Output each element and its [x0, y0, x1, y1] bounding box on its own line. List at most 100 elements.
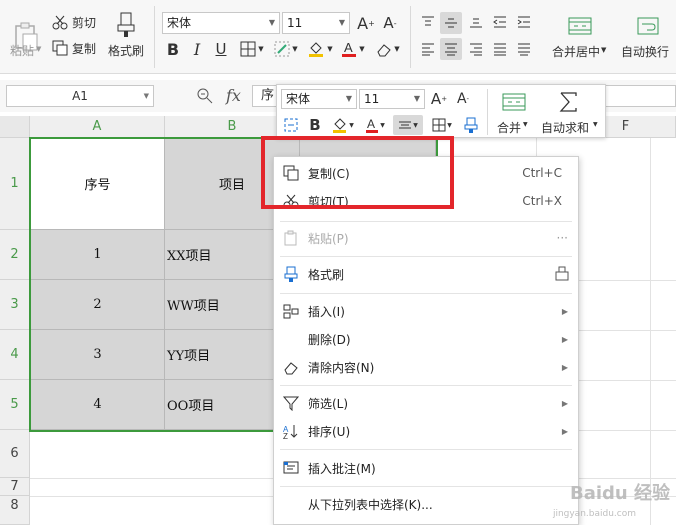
borders-button[interactable]: ▼	[236, 38, 268, 60]
name-box-value: A1	[72, 89, 88, 103]
zoom-icon[interactable]	[196, 87, 214, 108]
merge-cells-icon	[568, 16, 592, 36]
align-right-button[interactable]	[466, 38, 486, 60]
increase-font-button[interactable]: A +	[356, 12, 376, 34]
row-header-2[interactable]: 2	[0, 230, 30, 280]
submenu-arrow-icon: ▶	[561, 334, 568, 344]
brush-icon	[464, 117, 478, 133]
font-name-combo[interactable]: 宋体 ▼	[162, 12, 280, 34]
mini-font-size-combo[interactable]: 11 ▼	[359, 89, 425, 109]
menu-item-insert-comment[interactable]: 插入批注(M)	[274, 454, 578, 482]
paste-dropdown-icon[interactable]: ▼	[36, 45, 41, 53]
row-header-1[interactable]: 1	[0, 138, 30, 230]
font-name-value: 宋体	[167, 16, 192, 30]
mini-autosum-label: 自动求和	[541, 121, 590, 135]
cell-style-icon	[274, 41, 290, 57]
justify-button[interactable]	[490, 38, 510, 60]
row-header-8[interactable]: 8	[0, 496, 30, 525]
menu-item-paste[interactable]: 粘贴(P) ···	[274, 224, 578, 252]
select-all-corner[interactable]	[0, 116, 30, 138]
mini-fill-color-button[interactable]: ▼	[329, 115, 357, 135]
fx-icon[interactable]: fx	[226, 86, 241, 105]
indent-decrease-button[interactable]	[490, 12, 510, 32]
menu-item-clear[interactable]: 清除内容(N) ▶	[274, 353, 578, 381]
column-header-a[interactable]: A	[30, 116, 165, 138]
wrap-text-button[interactable]	[630, 12, 666, 40]
chevron-down-icon: ▼	[268, 18, 275, 27]
mini-font-name-combo[interactable]: 宋体 ▼	[281, 89, 357, 109]
align-middle-button[interactable]	[440, 12, 462, 34]
paint-bucket-icon	[332, 117, 348, 133]
font-size-combo[interactable]: 11 ▼	[282, 12, 350, 34]
svg-text:A: A	[344, 40, 353, 55]
chevron-down-icon: ▼	[143, 92, 149, 100]
mini-merge-dropdown-icon[interactable]: ▼	[523, 121, 528, 128]
sort-icon: AZ	[282, 422, 300, 440]
align-top-button[interactable]	[418, 12, 438, 32]
align-bottom-button[interactable]	[466, 12, 486, 32]
align-left-button[interactable]	[418, 38, 438, 60]
italic-button[interactable]: I	[186, 38, 208, 60]
merge-center-dropdown-icon[interactable]: ▼	[601, 46, 606, 54]
mini-bold-button[interactable]: B	[305, 115, 325, 135]
format-painter-pin-icon[interactable]	[554, 265, 570, 284]
paste-label: 粘贴	[10, 44, 35, 58]
mini-merge-button[interactable]	[499, 89, 529, 115]
mini-decrease-font-button[interactable]: A-	[453, 89, 473, 109]
menu-item-insert[interactable]: 插入(I) ▶	[274, 297, 578, 325]
mini-format-painter-button[interactable]	[461, 115, 481, 135]
row-header-4[interactable]: 4	[0, 330, 30, 380]
menu-item-insert-label: 插入(I)	[308, 304, 345, 319]
decrease-font-button[interactable]: A-	[380, 12, 400, 34]
menu-item-format-painter[interactable]: 格式刷	[274, 260, 578, 288]
menu-item-copy-shortcut: Ctrl+C	[522, 166, 562, 180]
mini-autosum-button[interactable]	[557, 89, 581, 115]
clear-format-button[interactable]: ▼	[372, 38, 404, 60]
menu-item-sort[interactable]: AZ 排序(U) ▶	[274, 417, 578, 445]
distributed-align-button[interactable]	[514, 38, 534, 60]
row-header-6[interactable]: 6	[0, 430, 30, 478]
eraser-icon	[282, 358, 300, 376]
chevron-down-icon: ▼	[413, 94, 420, 103]
menu-item-filter[interactable]: 筛选(L) ▶	[274, 389, 578, 417]
align-left-icon	[421, 42, 435, 56]
chevron-down-icon: ▼	[345, 94, 352, 103]
copy-icon	[52, 40, 68, 56]
row-header-3[interactable]: 3	[0, 280, 30, 330]
mini-increase-font-button[interactable]: A +	[429, 89, 449, 109]
copy-button[interactable]: 复制	[52, 38, 100, 58]
name-box[interactable]: A1 ▼	[6, 85, 154, 107]
sigma-icon	[559, 91, 579, 113]
mini-font-color-button[interactable]: A ▼	[361, 115, 389, 135]
cut-button[interactable]: 剪切	[52, 12, 100, 32]
underline-button[interactable]: U	[210, 38, 232, 60]
more-icon[interactable]: ···	[557, 231, 568, 245]
font-color-icon: A	[341, 40, 357, 58]
merge-center-button[interactable]	[560, 12, 600, 40]
row-header-7[interactable]: 7	[0, 478, 30, 496]
indent-increase-button[interactable]	[514, 12, 534, 32]
mini-align-center-button[interactable]: ▼	[393, 115, 423, 135]
menu-item-delete-label: 删除(D)	[308, 332, 351, 347]
mini-format-cells-button[interactable]	[281, 115, 301, 135]
mini-autosum-dropdown-icon[interactable]: ▼	[593, 121, 598, 128]
scissors-icon	[52, 14, 68, 30]
mini-borders-button[interactable]: ▼	[427, 115, 457, 135]
format-painter-label: 格式刷	[108, 44, 145, 58]
fill-color-button[interactable]: ▼	[304, 38, 336, 60]
cell-style-button[interactable]: ▼	[270, 38, 302, 60]
menu-item-pick-from-list[interactable]: 从下拉列表中选择(K)...	[274, 490, 578, 518]
submenu-arrow-icon: ▶	[561, 306, 568, 316]
justify-icon	[493, 42, 507, 56]
highlight-box	[261, 136, 454, 209]
cut-label: 剪切	[72, 15, 97, 30]
font-color-button[interactable]: A ▼	[338, 38, 368, 60]
bold-button[interactable]: B	[162, 38, 184, 60]
row-header-5[interactable]: 5	[0, 380, 30, 430]
menu-item-pick-from-list-label: 从下拉列表中选择(K)...	[308, 497, 433, 512]
watermark-logo: Baidu 经验	[569, 483, 670, 504]
menu-item-delete[interactable]: 删除(D) ▶	[274, 325, 578, 353]
align-bottom-icon	[469, 15, 483, 29]
brush-icon	[115, 12, 137, 38]
align-center-button[interactable]	[440, 38, 462, 60]
